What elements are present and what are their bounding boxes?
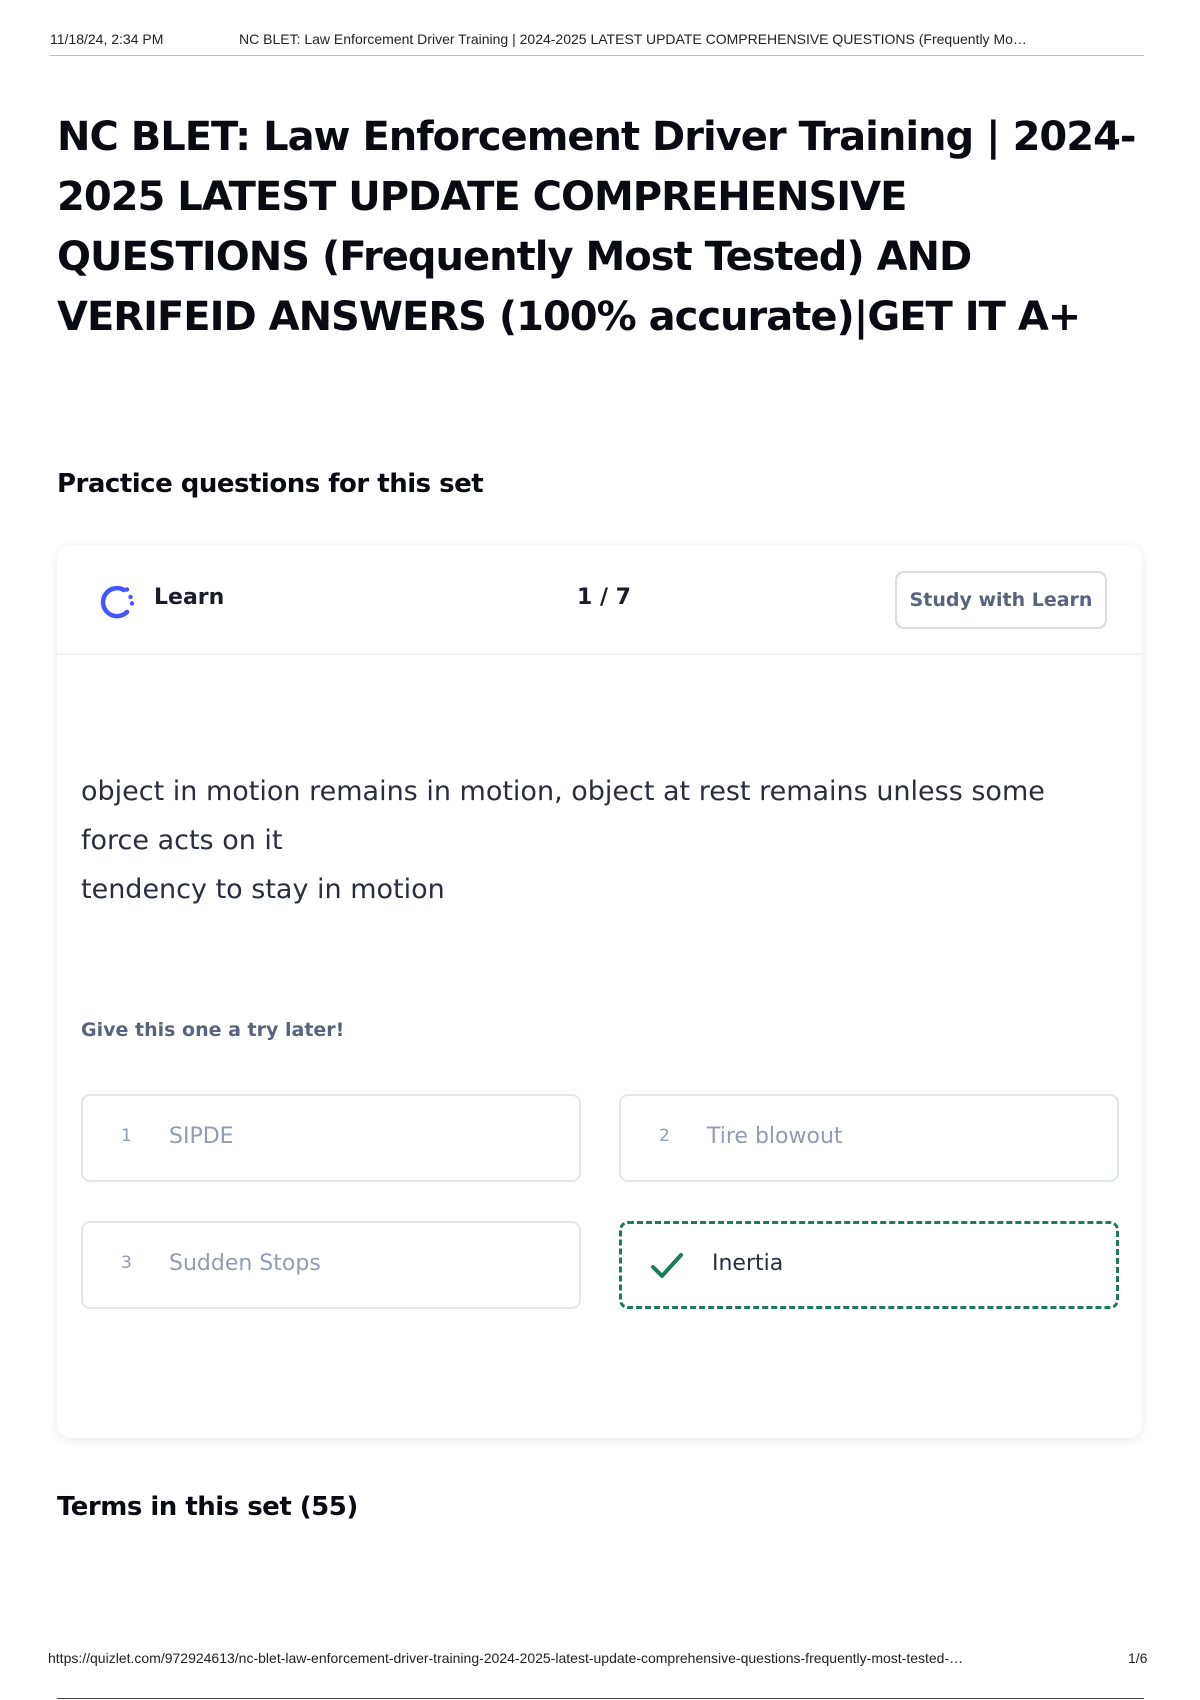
question-progress: 1 / 7 — [577, 585, 631, 610]
print-page-number: 1/6 — [1128, 1650, 1148, 1666]
practice-heading: Practice questions for this set — [57, 469, 484, 499]
option-label: Inertia — [712, 1251, 784, 1276]
option-number: 2 — [659, 1126, 670, 1146]
study-with-learn-button[interactable]: Study with Learn — [895, 571, 1107, 629]
question-line: object in motion remains in motion, obje… — [81, 776, 1045, 807]
answer-option-1[interactable]: 1 SIPDE — [81, 1094, 581, 1182]
try-later-hint: Give this one a try later! — [81, 1019, 345, 1041]
answer-option-correct[interactable]: Inertia — [619, 1221, 1119, 1309]
footer-divider — [57, 1698, 1144, 1699]
option-label: SIPDE — [169, 1124, 234, 1149]
question-text: object in motion remains in motion, obje… — [81, 767, 1081, 914]
option-label: Sudden Stops — [169, 1251, 321, 1276]
answer-option-3[interactable]: 3 Sudden Stops — [81, 1221, 581, 1309]
practice-card: Learn 1 / 7 Study with Learn object in m… — [57, 545, 1142, 1438]
print-header: 11/18/24, 2:34 PM NC BLET: Law Enforceme… — [50, 31, 1144, 56]
question-line: tendency to stay in motion — [81, 874, 445, 905]
print-date: 11/18/24, 2:34 PM — [50, 31, 164, 47]
practice-card-header: Learn 1 / 7 Study with Learn — [57, 545, 1142, 655]
learn-spinner-icon — [100, 585, 135, 619]
terms-heading: Terms in this set (55) — [57, 1492, 358, 1522]
page-title: NC BLET: Law Enforcement Driver Training… — [57, 114, 1137, 340]
print-page-title: NC BLET: Law Enforcement Driver Training… — [239, 31, 1027, 47]
answer-option-2[interactable]: 2 Tire blowout — [619, 1094, 1119, 1182]
option-label: Tire blowout — [707, 1124, 843, 1149]
learn-mode-label: Learn — [154, 585, 225, 610]
option-number: 1 — [121, 1126, 132, 1146]
question-line: force acts on it — [81, 825, 283, 856]
option-number: 3 — [121, 1253, 132, 1273]
print-url: https://quizlet.com/972924613/nc-blet-la… — [48, 1650, 964, 1666]
checkmark-icon — [651, 1253, 683, 1278]
